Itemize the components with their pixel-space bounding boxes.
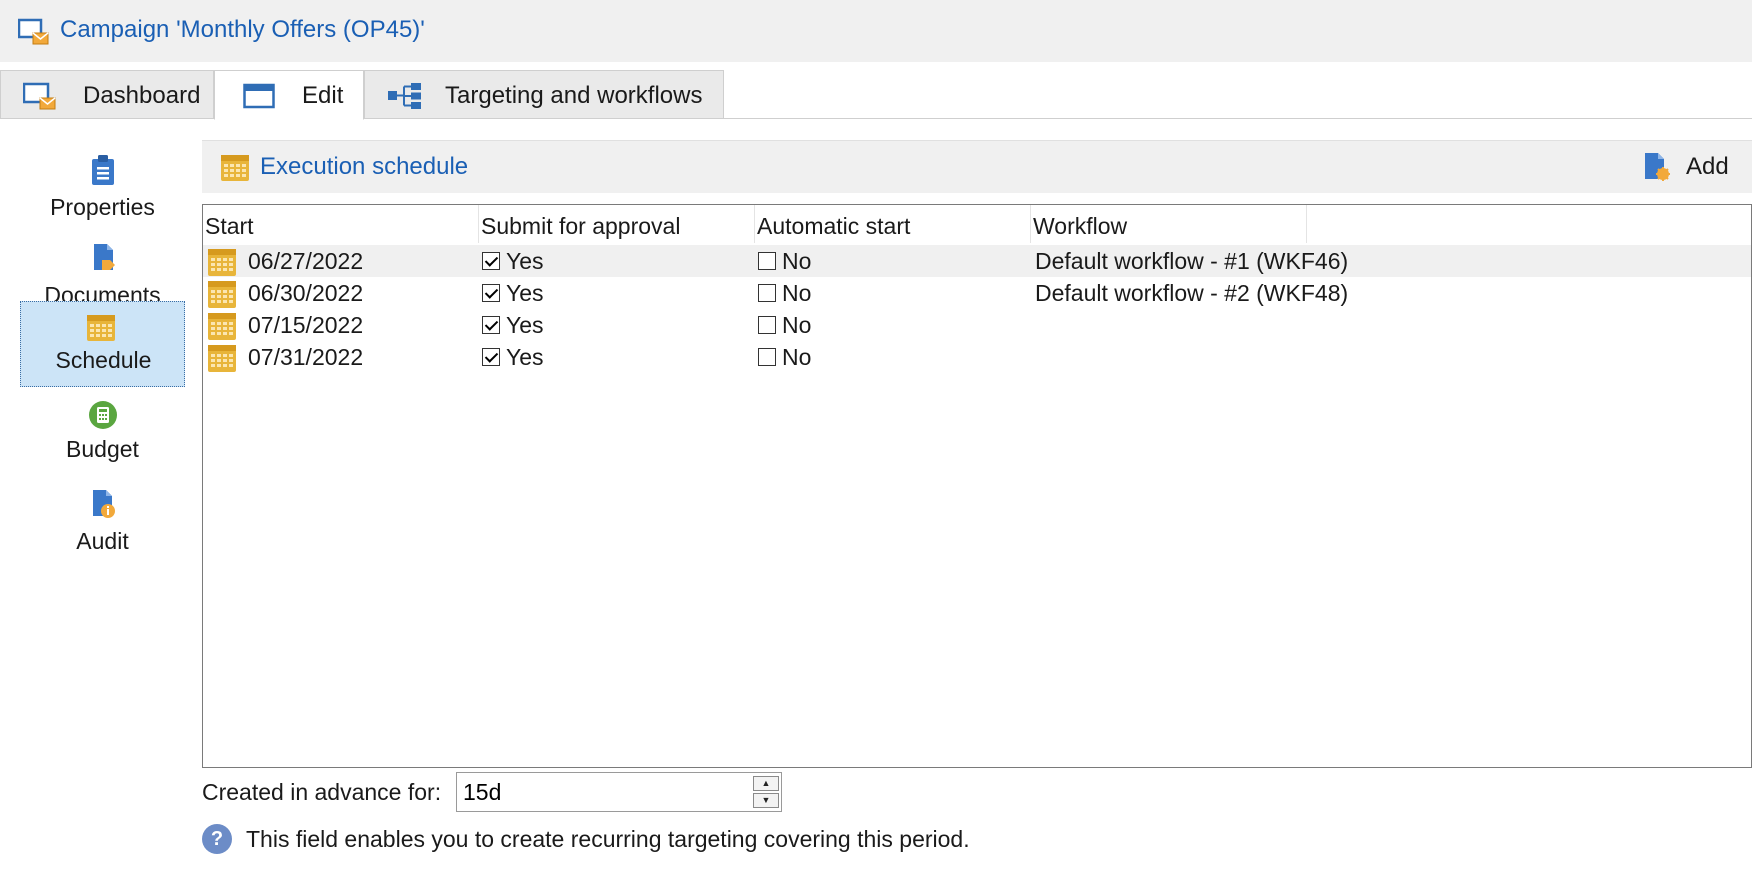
add-document-icon bbox=[1642, 151, 1672, 188]
section-title: Execution schedule bbox=[260, 153, 469, 180]
automatic-start-checkbox[interactable] bbox=[758, 283, 776, 302]
cell-automatic-start: No bbox=[782, 248, 812, 274]
calculator-icon bbox=[88, 400, 118, 432]
advance-stepper[interactable]: ▲ ▼ bbox=[456, 772, 782, 812]
sidebar-item-audit[interactable]: Audit bbox=[20, 482, 185, 572]
sidebar-label-schedule: Schedule bbox=[55, 347, 152, 373]
workflow-icon bbox=[387, 82, 423, 117]
cell-approval: Yes bbox=[506, 248, 544, 274]
automatic-start-checkbox[interactable] bbox=[758, 251, 776, 270]
edit-window-icon bbox=[243, 82, 275, 117]
campaign-monitor-icon bbox=[17, 18, 50, 46]
sidebar-item-budget[interactable]: Budget bbox=[20, 394, 185, 484]
automatic-start-checkbox[interactable] bbox=[758, 347, 776, 366]
cell-workflow[interactable]: Default workflow - #2 (WKF48) bbox=[1035, 277, 1348, 309]
tab-dashboard[interactable]: Dashboard bbox=[0, 70, 214, 119]
spin-down-button[interactable]: ▼ bbox=[753, 793, 779, 808]
title-bar: Campaign 'Monthly Offers (OP45)' bbox=[0, 0, 1752, 63]
cell-automatic-start: No bbox=[782, 344, 812, 370]
cell-start: 07/15/2022 bbox=[248, 312, 364, 338]
cell-start: 06/27/2022 bbox=[248, 248, 364, 274]
section-header: Execution schedule Add bbox=[202, 140, 1752, 193]
approval-checkbox[interactable] bbox=[482, 283, 500, 302]
cell-start: 07/31/2022 bbox=[248, 344, 364, 370]
tab-dashboard-label: Dashboard bbox=[83, 82, 201, 109]
sidebar-label-budget: Budget bbox=[66, 436, 139, 462]
cell-approval: Yes bbox=[506, 344, 544, 370]
advance-input[interactable] bbox=[461, 777, 741, 807]
calendar-icon bbox=[207, 343, 237, 378]
column-header-approval[interactable]: Submit for approval bbox=[479, 205, 755, 243]
tab-bar: Dashboard Edit Targeting and workflows bbox=[0, 62, 1752, 120]
sidebar-label-properties: Properties bbox=[50, 194, 155, 220]
sidebar-item-schedule[interactable]: Schedule bbox=[20, 301, 185, 387]
advance-label: Created in advance for: bbox=[202, 779, 442, 805]
table-row[interactable]: 07/15/2022 Yes No bbox=[203, 309, 1751, 341]
documents-icon bbox=[88, 242, 118, 274]
column-header-workflow[interactable]: Workflow bbox=[1031, 205, 1307, 243]
advance-spinner: ▲ ▼ bbox=[753, 776, 779, 808]
dashboard-icon bbox=[22, 82, 57, 117]
tab-edit-label: Edit bbox=[302, 82, 344, 109]
sidebar-label-audit: Audit bbox=[76, 528, 129, 554]
sidebar-item-properties[interactable]: Properties bbox=[20, 142, 185, 232]
calendar-icon bbox=[220, 152, 250, 187]
audit-icon bbox=[88, 488, 118, 520]
automatic-start-checkbox[interactable] bbox=[758, 315, 776, 334]
add-button[interactable]: Add bbox=[1642, 147, 1752, 187]
cell-workflow[interactable]: Default workflow - #1 (WKF46) bbox=[1035, 245, 1348, 277]
cell-automatic-start: No bbox=[782, 280, 812, 306]
schedule-table: Start Submit for approval Automatic star… bbox=[202, 204, 1752, 768]
cell-approval: Yes bbox=[506, 312, 544, 338]
approval-checkbox[interactable] bbox=[482, 347, 500, 366]
cell-approval: Yes bbox=[506, 280, 544, 306]
table-row[interactable]: 06/30/2022 Yes No Default workflow - #2 … bbox=[203, 277, 1751, 309]
clipboard-icon bbox=[88, 154, 118, 186]
add-button-label: Add bbox=[1686, 153, 1729, 180]
window-title: Campaign 'Monthly Offers (OP45)' bbox=[60, 16, 425, 43]
help-text: This field enables you to create recurri… bbox=[246, 826, 970, 852]
calendar-icon bbox=[86, 312, 116, 344]
help-icon: ? bbox=[202, 824, 232, 854]
approval-checkbox[interactable] bbox=[482, 315, 500, 334]
tab-edit[interactable]: Edit bbox=[214, 70, 364, 120]
spin-up-button[interactable]: ▲ bbox=[753, 776, 779, 791]
tab-targeting-label: Targeting and workflows bbox=[445, 82, 703, 109]
table-row[interactable]: 06/27/2022 Yes No Default workflow - #1 … bbox=[203, 245, 1751, 277]
cell-automatic-start: No bbox=[782, 312, 812, 338]
cell-start: 06/30/2022 bbox=[248, 280, 364, 306]
column-header-start[interactable]: Start bbox=[203, 205, 479, 243]
table-row[interactable]: 07/31/2022 Yes No bbox=[203, 341, 1751, 373]
tab-targeting-workflows[interactable]: Targeting and workflows bbox=[364, 70, 724, 119]
approval-checkbox[interactable] bbox=[482, 251, 500, 270]
sidebar: Properties Documents Schedule Budget Aud… bbox=[0, 120, 200, 890]
column-header-automatic-start[interactable]: Automatic start bbox=[755, 205, 1031, 243]
